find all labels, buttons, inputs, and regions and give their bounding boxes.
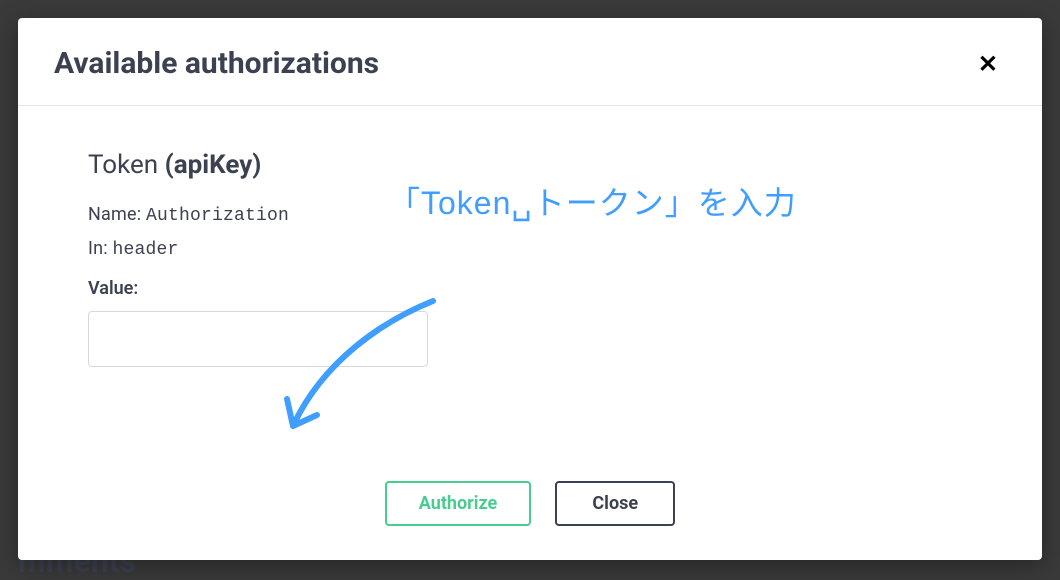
modal-title: Available authorizations	[54, 46, 379, 81]
auth-in-row: In: header	[88, 238, 972, 260]
auth-scheme-name: Token	[88, 150, 165, 180]
annotation-arrow-icon	[253, 281, 453, 461]
authorize-button[interactable]: Authorize	[385, 481, 532, 526]
modal-header: Available authorizations ✕	[18, 18, 1042, 106]
auth-name-value: Authorization	[146, 206, 289, 226]
authorization-modal: Available authorizations ✕ Token (apiKey…	[18, 18, 1042, 560]
auth-value-input[interactable]	[88, 311, 428, 367]
modal-body: Token (apiKey) Name: Authorization In: h…	[18, 106, 1042, 459]
modal-footer: Authorize Close	[18, 459, 1042, 560]
close-button[interactable]: Close	[555, 481, 675, 526]
auth-value-label: Value:	[88, 278, 972, 299]
close-icon[interactable]: ✕	[970, 48, 1006, 80]
auth-in-value: header	[112, 240, 178, 260]
auth-name-label: Name:	[88, 204, 146, 225]
annotation-text: 「Token␣トークン」を入力	[388, 178, 797, 224]
auth-in-label: In:	[88, 238, 112, 259]
auth-scheme-type: (apiKey)	[165, 150, 262, 180]
auth-scheme-title: Token (apiKey)	[88, 150, 972, 180]
